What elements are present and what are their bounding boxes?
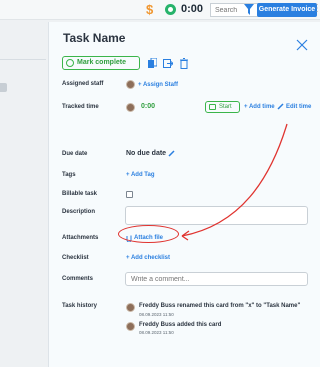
list-badge (0, 83, 7, 92)
add-checklist-link[interactable]: + Add checklist (126, 255, 170, 261)
tracked-time-label: Tracked time (62, 104, 99, 110)
copy-icon[interactable] (148, 57, 158, 69)
mark-complete-label: Mark complete (77, 59, 127, 66)
checklist-label: Checklist (62, 255, 89, 261)
history-entry-date: 08.09.2023 11:50 (139, 312, 174, 317)
billable-checkbox[interactable] (126, 191, 133, 198)
task-detail-panel: Task Name Mark complete Assigned staff +… (48, 22, 320, 367)
tags-label: Tags (62, 172, 76, 178)
currency-icon[interactable]: $ (146, 2, 153, 17)
tracked-time-value: 0:00 (141, 103, 156, 110)
task-title[interactable]: Task Name (63, 31, 125, 45)
edit-time-link[interactable]: Edit time (286, 104, 311, 110)
check-circle-icon (66, 59, 74, 67)
description-field[interactable] (125, 206, 308, 225)
add-tag-link[interactable]: + Add Tag (126, 172, 155, 178)
comment-input[interactable] (125, 272, 308, 286)
trash-icon[interactable] (179, 58, 188, 69)
mark-complete-button[interactable]: Mark complete (62, 56, 140, 70)
timer-start-icon (209, 104, 216, 110)
timer-icon[interactable] (165, 4, 176, 15)
task-history-label: Task history (62, 303, 97, 309)
description-label: Description (62, 209, 96, 215)
divider (0, 59, 46, 60)
assigned-staff-label: Assigned staff (62, 81, 104, 87)
history-entry-text: Freddy Buss added this card (139, 322, 222, 328)
generate-invoice-button[interactable]: Generate Invoice (257, 3, 317, 17)
avatar (126, 80, 135, 89)
due-date-label: Due date (62, 151, 88, 157)
avatar (126, 103, 135, 112)
start-timer-button[interactable]: Start (205, 101, 240, 113)
move-icon[interactable] (163, 58, 175, 69)
billable-task-label: Billable task (62, 191, 98, 197)
comments-label: Comments (62, 276, 94, 282)
close-icon[interactable] (296, 39, 308, 51)
history-entry-text: Freddy Buss renamed this card from "x" t… (139, 303, 301, 309)
history-entry-date: 08.09.2023 11:50 (139, 330, 174, 335)
top-bar: $ 0:00 Generate Invoice ⋮ (0, 0, 320, 20)
task-toolbar (148, 56, 188, 74)
timer-value: 0:00 (181, 3, 204, 15)
avatar (126, 322, 135, 331)
background-list (0, 21, 46, 367)
assign-staff-link[interactable]: + Assign Staff (138, 82, 178, 88)
pencil-icon[interactable] (168, 150, 175, 157)
annotation-circle (118, 225, 179, 243)
more-options-icon[interactable]: ⋮ (312, 3, 320, 14)
due-date-value[interactable]: No due date (126, 150, 166, 157)
start-label: Start (219, 104, 232, 110)
avatar (126, 303, 135, 312)
attachments-label: Attachments (62, 235, 99, 241)
pencil-icon (277, 103, 284, 110)
add-time-link[interactable]: + Add time (244, 104, 275, 110)
filter-icon[interactable] (244, 4, 254, 15)
